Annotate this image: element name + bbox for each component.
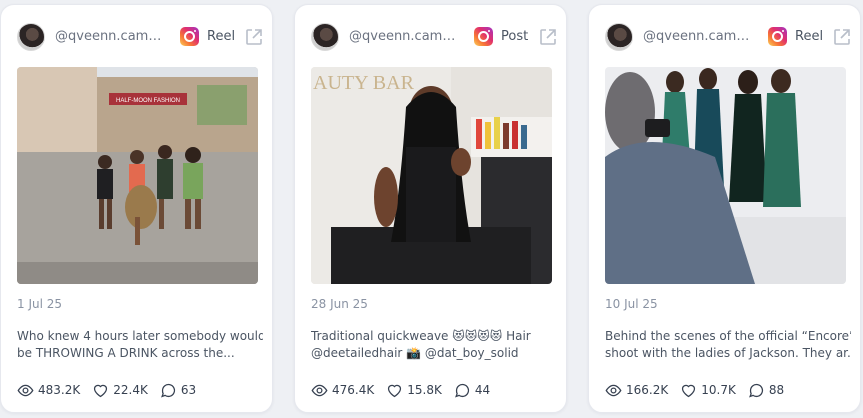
post-card[interactable]: @qveenn.camm... Reel 10 Jul 25 Behind th… xyxy=(588,4,861,413)
post-date: 10 Jul 25 xyxy=(605,297,658,311)
external-link-icon[interactable] xyxy=(832,27,852,47)
comment-icon xyxy=(748,383,763,398)
comments-stat: 88 xyxy=(748,382,784,399)
eye-icon xyxy=(17,384,34,396)
views-count: 483.2K xyxy=(38,383,81,397)
post-card[interactable]: @qveenn.camm... Reel HALF-MOON FASHION 1… xyxy=(0,4,273,413)
salon-sign: AUTY BAR xyxy=(313,72,415,94)
external-link-icon[interactable] xyxy=(538,27,558,47)
comments-stat: 63 xyxy=(160,382,196,399)
instagram-icon xyxy=(768,27,787,46)
comments-stat: 44 xyxy=(454,382,490,399)
avatar[interactable] xyxy=(17,23,45,51)
comments-count: 44 xyxy=(474,383,491,397)
external-link-icon[interactable] xyxy=(244,27,264,47)
post-caption: Traditional quickweave 😻😻😻😻 Hair @deetai… xyxy=(311,328,557,362)
card-header: @qveenn.camm... Reel xyxy=(17,23,264,51)
instagram-icon xyxy=(474,27,493,46)
comments-count: 63 xyxy=(180,383,197,397)
post-thumbnail[interactable]: HALF-MOON FASHION xyxy=(17,67,258,284)
views-count: 476.4K xyxy=(332,383,375,397)
caption-line: be THROWING A DRINK across the... xyxy=(17,346,235,360)
likes-stat: 22.4K xyxy=(92,382,148,399)
account-handle[interactable]: @qveenn.camm... xyxy=(643,29,761,44)
heart-icon xyxy=(388,384,402,397)
likes-count: 22.4K xyxy=(113,383,148,397)
post-type-label: Reel xyxy=(207,29,236,44)
instagram-icon xyxy=(180,27,199,46)
storefront-sign: HALF-MOON FASHION xyxy=(116,98,180,104)
heart-icon xyxy=(94,384,108,397)
caption-line: Traditional quickweave 😻😻😻😻 Hair xyxy=(311,329,531,343)
views-stat: 483.2K xyxy=(17,382,80,399)
post-thumbnail[interactable]: AUTY BAR xyxy=(311,67,552,284)
likes-count: 10.7K xyxy=(701,383,736,397)
post-type-label: Post xyxy=(501,29,529,44)
comment-icon xyxy=(454,383,469,398)
caption-line: shoot with the ladies of Jackson. They a… xyxy=(605,346,851,360)
views-stat: 166.2K xyxy=(605,382,668,399)
post-caption: Behind the scenes of the official “Encor… xyxy=(605,328,851,362)
likes-stat: 10.7K xyxy=(680,382,736,399)
account-handle[interactable]: @qveenn.camm... xyxy=(349,29,467,44)
eye-icon xyxy=(311,384,328,396)
post-stats: 483.2K 22.4K 63 xyxy=(17,381,208,399)
post-thumbnail[interactable] xyxy=(605,67,846,284)
post-date: 1 Jul 25 xyxy=(17,297,63,311)
caption-line: Behind the scenes of the official “Encor… xyxy=(605,329,851,343)
card-header: @qveenn.camm... Reel xyxy=(605,23,852,51)
account-handle[interactable]: @qveenn.camm... xyxy=(55,29,173,44)
post-stats: 476.4K 15.8K 44 xyxy=(311,381,502,399)
post-type-label: Reel xyxy=(795,29,824,44)
comments-count: 88 xyxy=(768,383,785,397)
post-card[interactable]: @qveenn.camm... Post AUTY BAR 28 Jun 25 … xyxy=(294,4,567,413)
views-count: 166.2K xyxy=(626,383,669,397)
post-date: 28 Jun 25 xyxy=(311,297,368,311)
post-stats: 166.2K 10.7K 88 xyxy=(605,381,796,399)
likes-stat: 15.8K xyxy=(386,382,442,399)
views-stat: 476.4K xyxy=(311,382,374,399)
eye-icon xyxy=(605,384,622,396)
caption-line: Who knew 4 hours later somebody would xyxy=(17,329,263,343)
avatar[interactable] xyxy=(605,23,633,51)
caption-line: @deetailedhair 📸 @dat_boy_solid xyxy=(311,346,519,360)
likes-count: 15.8K xyxy=(407,383,442,397)
card-header: @qveenn.camm... Post xyxy=(311,23,558,51)
heart-icon xyxy=(682,384,696,397)
avatar[interactable] xyxy=(311,23,339,51)
comment-icon xyxy=(160,383,175,398)
post-caption: Who knew 4 hours later somebody would be… xyxy=(17,328,263,362)
